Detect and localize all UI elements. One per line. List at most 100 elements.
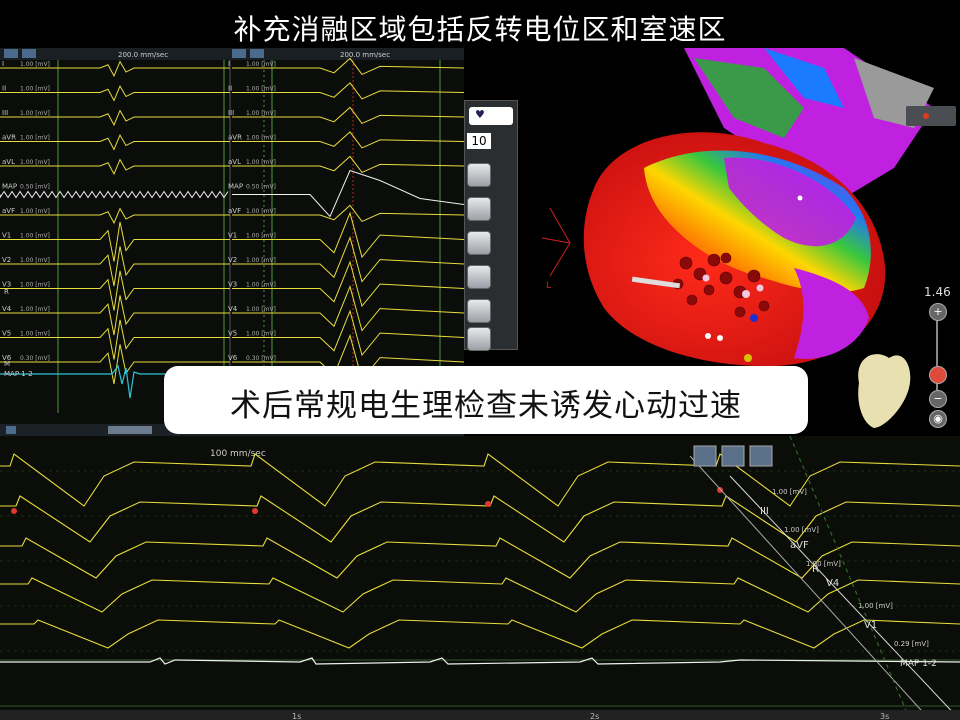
toolbar-value-field[interactable]: 10 xyxy=(467,133,491,149)
view-widget-button[interactable] xyxy=(906,106,956,126)
strip-channel-v1-gain: 1.00 [mV] xyxy=(858,602,893,610)
strip-channel-iii-gain: 1.00 [mV] xyxy=(772,488,807,496)
strip-channel-avf: aVF xyxy=(790,540,809,551)
slide-title-bar: 补充消融区域包括反转电位区和室速区 xyxy=(0,0,960,48)
catheter-tool-button[interactable] xyxy=(467,197,491,221)
ablation-tool-button[interactable] xyxy=(467,327,491,351)
grid-tool-button[interactable] xyxy=(467,163,491,187)
map-toolbar: ♥ 10 xyxy=(464,100,518,351)
ecg-lead-gain-r: 1.00 [mV] xyxy=(246,135,276,142)
ecg-lead-label-r: V3 xyxy=(228,281,237,289)
time-tick-3: 3s xyxy=(880,712,889,720)
toolbar-heart-icon: ♥ xyxy=(475,108,485,121)
zoom-in-button[interactable]: + xyxy=(929,303,947,321)
point-tool-button[interactable] xyxy=(467,299,491,323)
strip-channel-v1: V1 xyxy=(864,620,877,631)
ecg-scroll-left[interactable] xyxy=(6,426,16,434)
strip-channel-v4-gain: 1.00 [mV] xyxy=(806,560,841,568)
ecg-lead-gain-r: 1.00 [mV] xyxy=(246,208,276,215)
zoom-slider-thumb[interactable] xyxy=(929,366,947,384)
ecg-lead-label-l: aVF xyxy=(2,207,15,215)
ecg-lead-gain-r: 0.30 [mV] xyxy=(246,355,276,362)
ecg-lead-gain-l: 1.00 [mV] xyxy=(20,282,50,289)
ecg-lead-gain-l: 1.00 [mV] xyxy=(20,331,50,338)
ecg-lead-label-l: V1 xyxy=(2,232,11,240)
ecg-trace-left xyxy=(0,221,230,262)
ecg-lead-label-r: MAP xyxy=(228,183,243,191)
ecg-lead-gain-r: 1.00 [mV] xyxy=(246,159,276,166)
ecg-lead-label-l: III xyxy=(2,109,8,117)
ecg-lead-label-l: V2 xyxy=(2,256,11,264)
zoom-reset-button[interactable]: ◉ xyxy=(929,410,947,428)
ecg-extra-mark-m: M xyxy=(4,360,10,368)
ecg-lead-gain-l: 1.00 [mV] xyxy=(20,233,50,240)
ecg-lead-label-r: aVF xyxy=(228,207,241,215)
ecg-lead-label-l: I xyxy=(2,60,4,68)
time-tick-2: 2s xyxy=(590,712,599,720)
ecg-lead-gain-l: 0.30 [mV] xyxy=(20,355,50,362)
zoom-slider-track[interactable] xyxy=(936,310,938,400)
ecg-lead-label-l: aVL xyxy=(2,158,15,166)
slide-title: 补充消融区域包括反转电位区和室速区 xyxy=(233,13,727,46)
ecg-lead-gain-r: 0.50 [mV] xyxy=(246,184,276,191)
time-tick-1: 1s xyxy=(292,712,301,720)
tag-tool-button[interactable] xyxy=(467,265,491,289)
zoom-readout: 1.46 xyxy=(924,285,951,299)
ecg-header-button[interactable] xyxy=(232,49,246,58)
ecg-lead-gain-r: 1.00 [mV] xyxy=(246,110,276,117)
ecg-lead-gain-l: 1.00 [mV] xyxy=(20,135,50,142)
strip-channel-v4: V4 xyxy=(826,578,839,589)
ecg-lead-label-r: V4 xyxy=(228,305,238,313)
orientation-label: L xyxy=(546,281,551,291)
strip-nav-button-3[interactable] xyxy=(749,445,773,467)
strip-speed-label: 100 mm/sec xyxy=(210,449,266,459)
strip-nav-button-1[interactable] xyxy=(693,445,717,467)
ecg-speed-right: 200.0 mm/sec xyxy=(340,51,390,59)
ecg-lead-label-l: MAP xyxy=(2,183,17,191)
ecg-scroll-thumb[interactable] xyxy=(108,426,152,434)
strip-channel-map-gain: 0.29 [mV] xyxy=(894,640,929,648)
strip-trace xyxy=(0,495,960,543)
ecg-lead-label-r: aVL xyxy=(228,158,241,166)
ecg-lead-label-l: V4 xyxy=(2,305,12,313)
strip-nav-button-2[interactable] xyxy=(721,445,745,467)
ecg-lead-gain-l: 1.00 [mV] xyxy=(20,257,50,264)
ecg-lead-label-l: II xyxy=(2,85,6,93)
ecg-bottom-channel-label: MAP 1-2 xyxy=(4,370,33,378)
ecg-header-button[interactable] xyxy=(250,49,264,58)
ecg-lead-gain-l: 1.00 [mV] xyxy=(20,306,50,313)
orientation-heart-icon xyxy=(858,354,911,428)
ecg-header-button[interactable] xyxy=(22,49,36,58)
ecg-lead-gain-l: 1.00 [mV] xyxy=(20,110,50,117)
ecg-lead-gain-r: 1.00 [mV] xyxy=(246,282,276,289)
ecg-lead-gain-r: 1.00 [mV] xyxy=(246,61,276,68)
ecg-lead-gain-l: 1.00 [mV] xyxy=(20,208,50,215)
strip-traces: 100 mm/sec III 1.00 [mV] aVF 1.00 [mV] R… xyxy=(0,436,960,720)
ecg-lead-label-r: I xyxy=(228,60,230,68)
ecg-lead-gain-l: 1.00 [mV] xyxy=(20,159,50,166)
ecg-lead-label-r: V1 xyxy=(228,232,237,240)
ecg-lead-label-r: V5 xyxy=(228,330,237,338)
ecg-header-button[interactable] xyxy=(4,49,18,58)
zoom-out-button[interactable]: − xyxy=(929,390,947,408)
ecg-lead-label-r: V2 xyxy=(228,256,237,264)
ecg-lead-gain-l: 0.50 [mV] xyxy=(20,184,50,191)
strip-channel-avf-gain: 1.00 [mV] xyxy=(784,526,819,534)
ecg-lead-gain-r: 1.00 [mV] xyxy=(246,257,276,264)
ecg-lead-label-r: aVR xyxy=(228,134,242,142)
ecg-lead-gain-r: 1.00 [mV] xyxy=(246,86,276,93)
ecg-lead-label-l: V5 xyxy=(2,330,11,338)
ecg-lead-gain-r: 1.00 [mV] xyxy=(246,306,276,313)
ecg-lead-gain-l: 1.00 [mV] xyxy=(20,86,50,93)
ecg-extra-mark-r: R xyxy=(4,288,9,296)
ecg-lead-gain-r: 1.00 [mV] xyxy=(246,331,276,338)
ecg-trace-left xyxy=(0,190,229,199)
strip-panel: 100 mm/sec III 1.00 [mV] aVF 1.00 [mV] R… xyxy=(0,436,960,720)
view-widget-icon xyxy=(923,113,929,119)
ecg-lead-label-l: aVR xyxy=(2,134,16,142)
caption-box: 术后常规电生理检查未诱发心动过速 xyxy=(164,366,808,434)
disabled-tool-button[interactable] xyxy=(467,231,491,255)
ecg-lead-gain-l: 1.00 [mV] xyxy=(20,61,50,68)
ecg-speed-left: 200.0 mm/sec xyxy=(118,51,168,59)
caption-text: 术后常规电生理检查未诱发心动过速 xyxy=(230,388,742,424)
